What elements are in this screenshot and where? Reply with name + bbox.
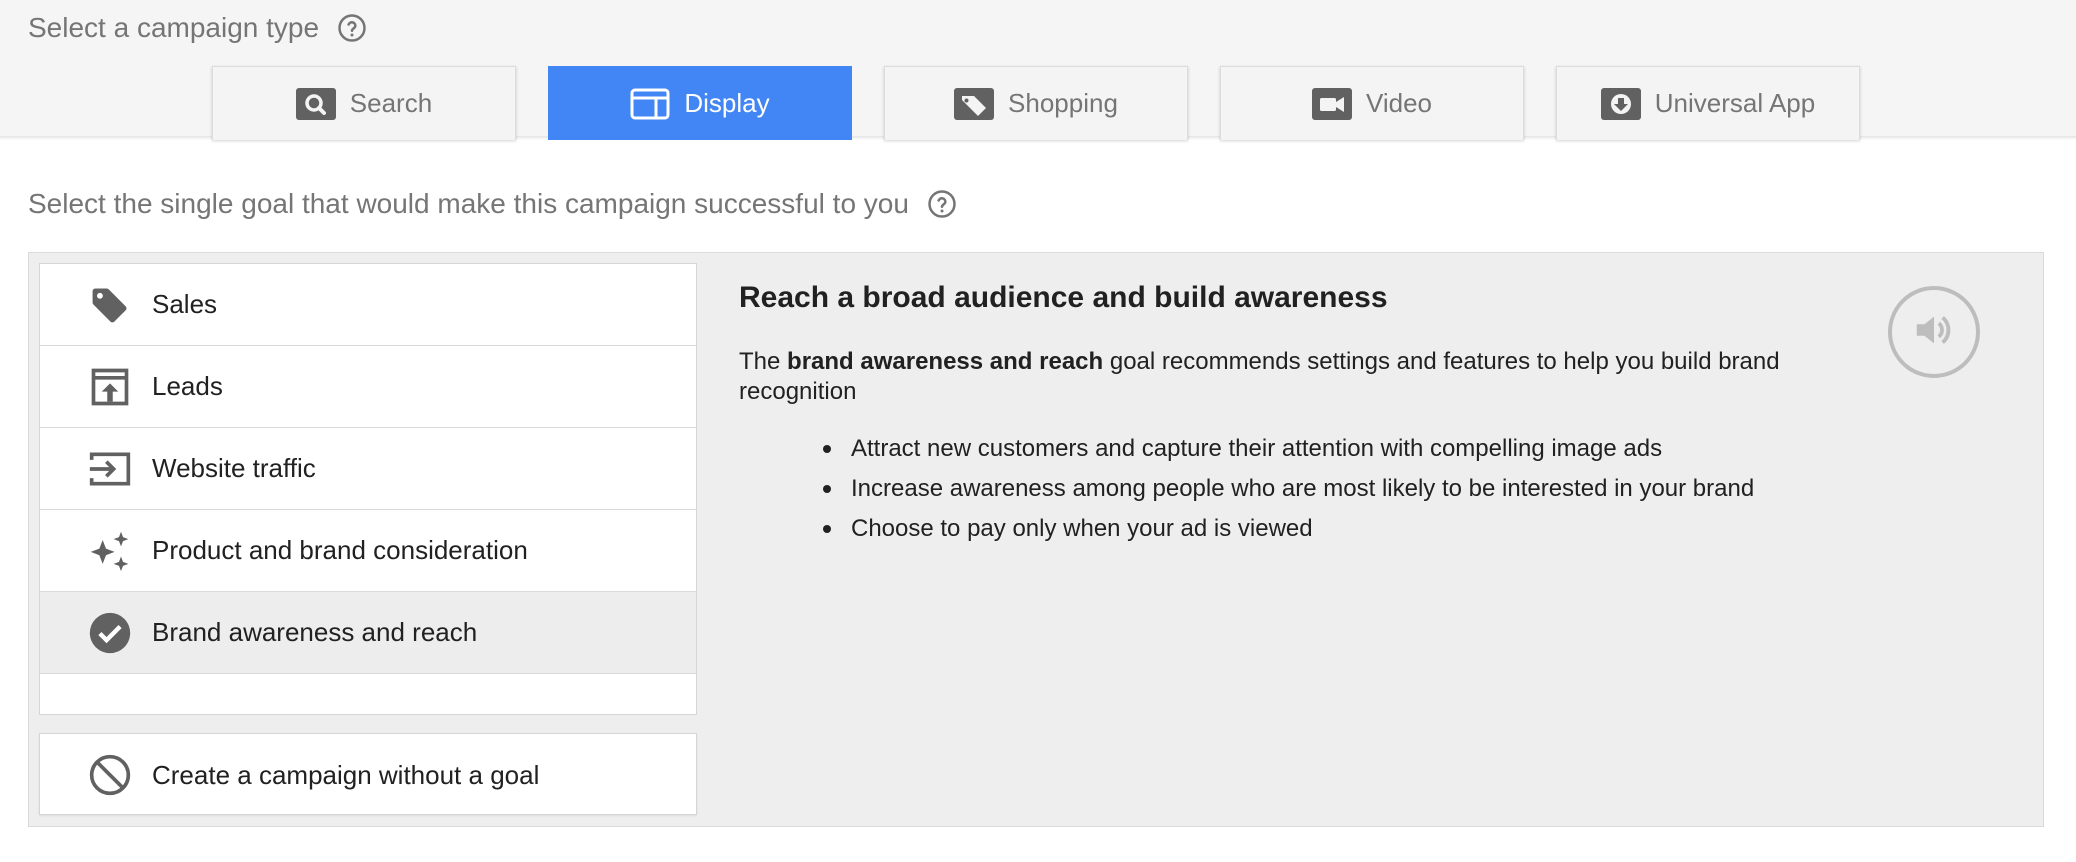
goal-heading: Select the single goal that would make t… bbox=[28, 188, 957, 220]
tab-video[interactable]: Video bbox=[1220, 66, 1524, 140]
tab-shopping[interactable]: Shopping bbox=[884, 66, 1188, 140]
list-item: Choose to pay only when your ad is viewe… bbox=[823, 509, 1899, 549]
upload-box-icon bbox=[88, 365, 132, 409]
goal-heading-text: Select the single goal that would make t… bbox=[28, 188, 909, 219]
campaign-type-heading-text: Select a campaign type bbox=[28, 12, 320, 43]
goal-option-brand-awareness-reach[interactable]: Brand awareness and reach bbox=[40, 592, 696, 674]
goal-benefits-list: Attract new customers and capture their … bbox=[823, 429, 1899, 549]
goal-label: Brand awareness and reach bbox=[152, 617, 478, 647]
download-icon bbox=[1600, 87, 1641, 120]
goal-label: Leads bbox=[152, 371, 223, 401]
help-circle-icon[interactable] bbox=[337, 13, 367, 43]
tag-icon bbox=[954, 87, 995, 120]
video-camera-icon bbox=[1311, 87, 1352, 120]
description-prefix: The bbox=[739, 348, 788, 375]
goal-detail: Reach a broad audience and build awarene… bbox=[739, 281, 1899, 549]
enter-arrow-icon bbox=[88, 447, 132, 491]
goal-list-footer bbox=[40, 674, 696, 714]
goal-option-sales[interactable]: Sales bbox=[40, 264, 696, 346]
block-icon bbox=[88, 753, 132, 797]
sparkle-icon bbox=[88, 529, 132, 573]
tab-label: Display bbox=[684, 88, 770, 118]
volume-icon bbox=[1911, 307, 1957, 358]
goal-panel: Sales Leads Website traffic Product and … bbox=[28, 252, 2044, 827]
tab-search[interactable]: Search bbox=[212, 66, 516, 140]
goal-list: Sales Leads Website traffic Product and … bbox=[39, 263, 697, 715]
goal-option-leads[interactable]: Leads bbox=[40, 346, 696, 428]
tab-universal-app[interactable]: Universal App bbox=[1556, 66, 1860, 140]
search-icon bbox=[295, 87, 336, 120]
goal-label: Product and brand consideration bbox=[152, 535, 528, 565]
display-icon bbox=[630, 88, 670, 120]
tab-label: Video bbox=[1365, 88, 1433, 118]
goal-option-product-brand-consideration[interactable]: Product and brand consideration bbox=[40, 510, 696, 592]
help-circle-icon[interactable] bbox=[927, 189, 957, 219]
tab-label: Universal App bbox=[1654, 88, 1816, 118]
tag-icon bbox=[88, 283, 132, 327]
check-circle-icon bbox=[88, 611, 132, 655]
goal-label: Website traffic bbox=[152, 453, 316, 483]
goal-option-no-goal[interactable]: Create a campaign without a goal bbox=[39, 733, 697, 815]
goal-detail-description: The brand awareness and reach goal recom… bbox=[739, 347, 1879, 407]
tab-label: Shopping bbox=[1008, 88, 1118, 118]
list-item: Increase awareness among people who are … bbox=[823, 469, 1899, 509]
tab-label: Search bbox=[349, 88, 433, 118]
description-goal-name: brand awareness and reach bbox=[787, 348, 1104, 375]
goal-label: Create a campaign without a goal bbox=[152, 760, 540, 790]
goal-label: Sales bbox=[152, 289, 218, 319]
list-item: Attract new customers and capture their … bbox=[823, 429, 1899, 469]
campaign-type-heading: Select a campaign type bbox=[28, 12, 367, 44]
tab-display[interactable]: Display bbox=[548, 66, 852, 140]
goal-detail-title: Reach a broad audience and build awarene… bbox=[739, 281, 1388, 314]
volume-button[interactable] bbox=[1888, 286, 1980, 378]
goal-option-website-traffic[interactable]: Website traffic bbox=[40, 428, 696, 510]
